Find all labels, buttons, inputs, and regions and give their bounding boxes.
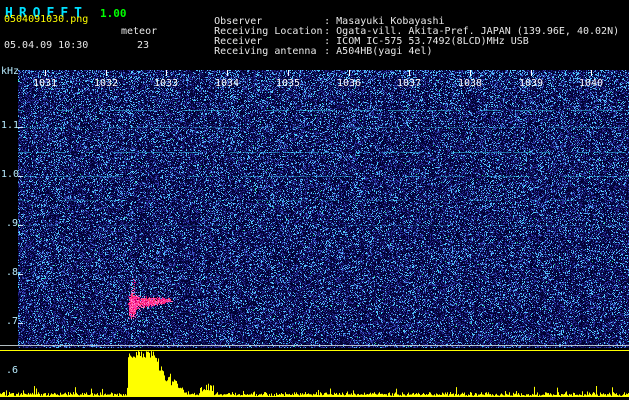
time-tick-label: 1031 [32,79,58,89]
time-tick-label: 1033 [153,79,179,89]
freq-tick-label: .6 [1,366,18,376]
time-tick-label: 1038 [457,79,483,89]
amplitude-strip-canvas [0,348,629,400]
spectrogram-canvas [18,70,629,348]
info-value: A504HB(yagi 4el) [336,46,432,57]
datetime-label: 05.04.09 10:30 [4,41,88,51]
output-filename: 0504091030.png [4,15,88,25]
app-version: 1.00 [100,7,127,20]
freq-tick-label: .9 [1,219,18,229]
time-tick-label: 1032 [93,79,119,89]
freq-tick-label: .7 [1,317,18,327]
freq-tick-label: 1.0 [1,170,18,180]
mode-label: meteor [121,27,157,37]
time-tick-label: 1040 [578,79,604,89]
spectrogram-bottom-separator [0,345,629,346]
echo-count: 23 [137,41,149,51]
freq-axis-unit: kHz [1,67,19,77]
freq-tick-label: .8 [1,268,18,278]
hrofft-output: H R O F F T 1.00 0504091030.png meteor 05.04.0… [0,0,629,400]
freq-tick-label: 1.1 [1,121,18,131]
info-label: Receiving antenna [214,47,324,57]
info-colon: : [324,46,330,57]
time-tick-label: 1034 [214,79,240,89]
header: H R O F F T 1.00 0504091030.png meteor 05.04.0… [0,0,629,70]
info-row-antenna: Receiving antenna: A504HB(yagi 4el) [178,37,432,67]
time-tick-label: 1035 [275,79,301,89]
time-tick-label: 1037 [396,79,422,89]
time-tick-label: 1039 [518,79,544,89]
time-tick-label: 1036 [336,79,362,89]
